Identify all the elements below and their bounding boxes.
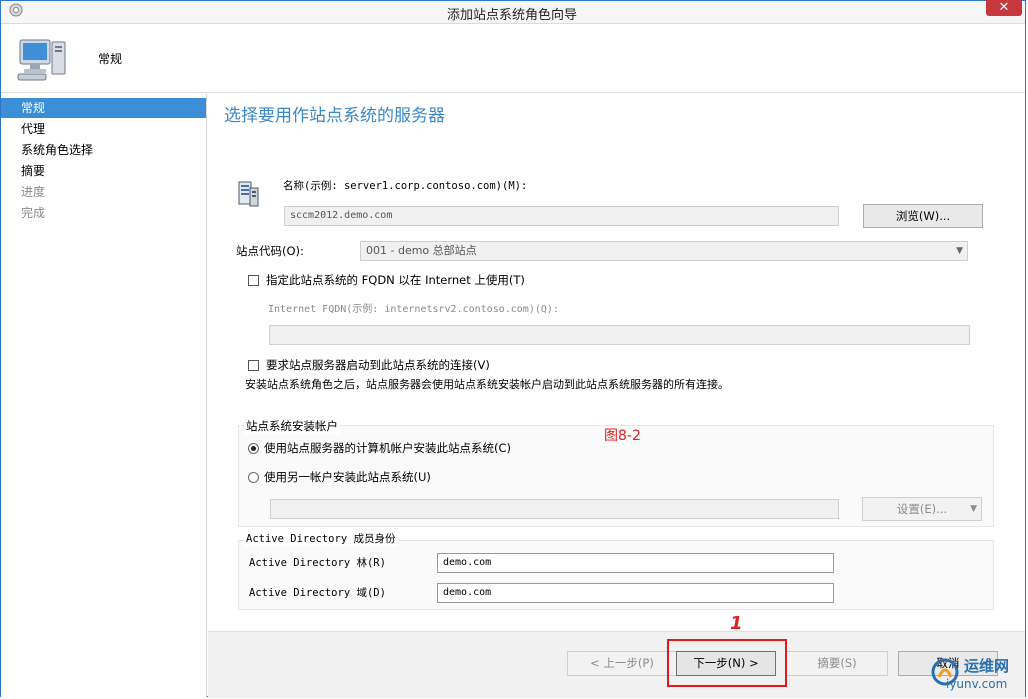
prev-button[interactable]: < 上一步(P) bbox=[567, 651, 677, 676]
settings-button-label: 设置(E)... bbox=[896, 502, 948, 516]
sidebar-item-completion: 完成 bbox=[21, 206, 46, 220]
wizard-header bbox=[1, 24, 1025, 93]
computer-icon bbox=[16, 36, 68, 82]
install-account-legend: 站点系统安装帐户 bbox=[244, 418, 340, 434]
internet-fqdn-label: Internet FQDN(示例: internetsrv2.contoso.c… bbox=[268, 304, 559, 315]
ad-forest-input[interactable]: demo.com bbox=[437, 553, 834, 573]
fqdn-checkbox[interactable] bbox=[248, 275, 259, 286]
internet-fqdn-input[interactable] bbox=[269, 325, 970, 345]
require-connection-note: 安装站点系统角色之后，站点服务器会使用站点系统安装帐户启动到此站点系统服务器的所… bbox=[245, 378, 729, 391]
next-highlight-box bbox=[667, 639, 787, 687]
sidebar-item-proxy[interactable]: 代理 bbox=[1, 119, 206, 139]
wizard-sidebar: 常规 代理 系统角色选择 摘要 进度 完成 bbox=[1, 94, 207, 697]
server-name-input[interactable]: sccm2012.demo.com bbox=[284, 206, 839, 226]
step-mark: 1 bbox=[730, 613, 743, 634]
require-connection-checkbox[interactable] bbox=[248, 360, 259, 371]
window-title: 添加站点系统角色向导 bbox=[446, 8, 577, 23]
sidebar-item-general[interactable]: 常规 bbox=[1, 98, 206, 118]
ad-forest-label: Active Directory 林(R) bbox=[249, 557, 386, 569]
site-code-select[interactable]: 001 - demo 总部站点 ▼ bbox=[360, 241, 968, 261]
radio-computer-account[interactable] bbox=[248, 443, 259, 454]
watermark-url: iyunv.com bbox=[946, 677, 1008, 691]
site-code-label: 站点代码(O): bbox=[236, 244, 304, 258]
require-connection-label: 要求站点服务器启动到此站点系统的连接(V) bbox=[266, 358, 490, 372]
settings-chevron-icon: ▼ bbox=[970, 504, 977, 514]
header-title: 常规 bbox=[98, 52, 123, 66]
page-title: 选择要用作站点系统的服务器 bbox=[224, 106, 445, 126]
server-icon bbox=[236, 180, 260, 208]
ad-membership-legend: Active Directory 成员身份 bbox=[244, 531, 398, 546]
watermark: 运维网 iyunv.com bbox=[930, 655, 1022, 695]
browse-button[interactable]: 浏览(W)... bbox=[863, 204, 983, 228]
summary-button[interactable]: 摘要(S) bbox=[786, 651, 888, 676]
close-button[interactable]: ✕ bbox=[986, 0, 1022, 16]
figure-label: 图8-2 bbox=[604, 428, 641, 444]
chevron-down-icon: ▼ bbox=[956, 246, 963, 256]
watermark-text: 运维网 bbox=[964, 657, 1010, 675]
sidebar-item-summary[interactable]: 摘要 bbox=[1, 161, 206, 181]
radio-other-account[interactable] bbox=[248, 472, 259, 483]
sidebar-item-role-selection[interactable]: 系统角色选择 bbox=[1, 140, 206, 160]
ad-domain-input[interactable]: demo.com bbox=[437, 583, 834, 603]
radio-other-account-label: 使用另一帐户安装此站点系统(U) bbox=[264, 470, 431, 484]
radio-computer-account-label: 使用站点服务器的计算机帐户安装此站点系统(C) bbox=[264, 441, 512, 455]
server-name-label: 名称(示例: server1.corp.contoso.com)(M): bbox=[283, 180, 528, 192]
fqdn-checkbox-label: 指定此站点系统的 FQDN 以在 Internet 上使用(T) bbox=[266, 273, 525, 287]
sidebar-item-progress: 进度 bbox=[21, 185, 46, 199]
install-account-input[interactable] bbox=[270, 499, 839, 519]
ad-domain-label: Active Directory 域(D) bbox=[249, 587, 386, 599]
settings-button[interactable]: 设置(E)... ▼ bbox=[862, 497, 982, 521]
site-code-value: 001 - demo 总部站点 bbox=[366, 244, 477, 257]
